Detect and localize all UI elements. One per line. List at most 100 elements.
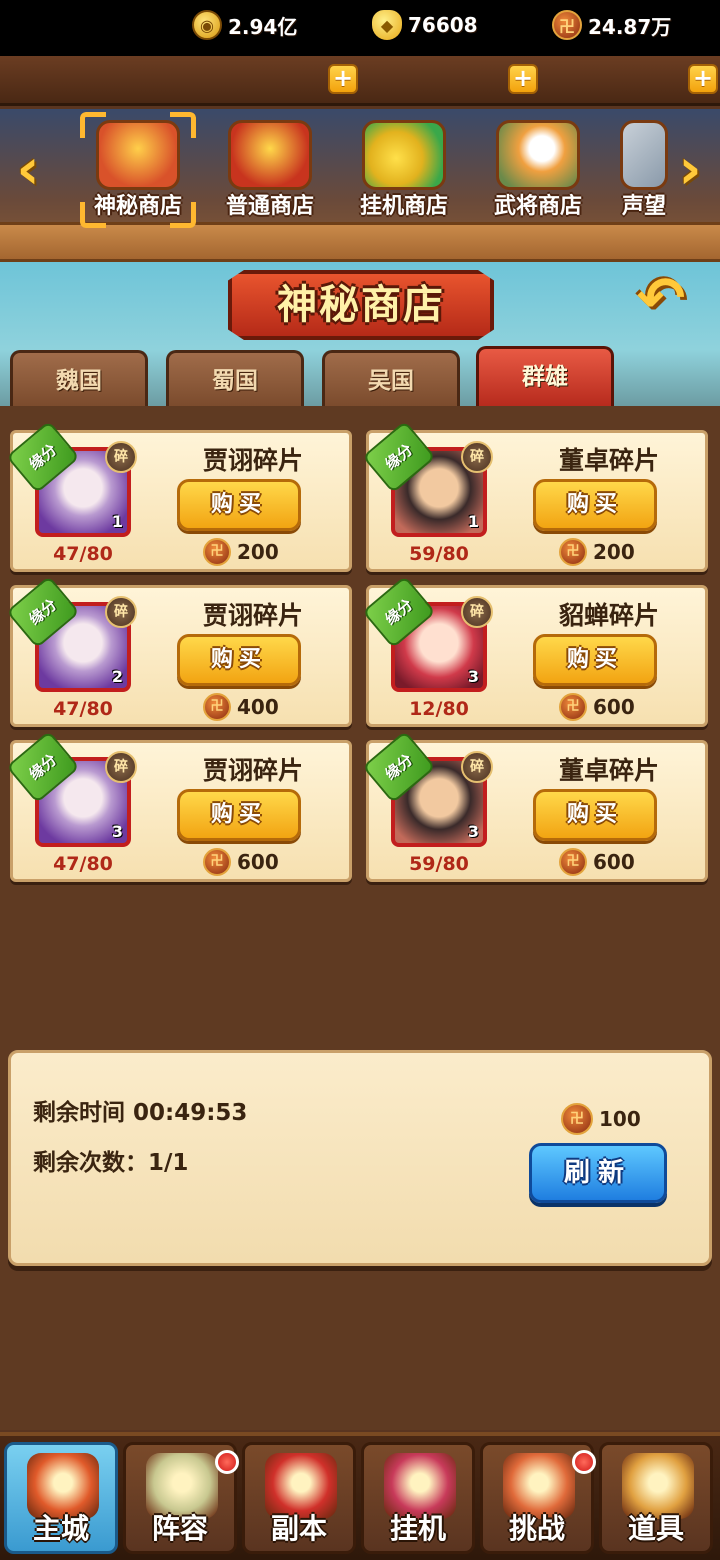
tab-label: 挂机商店	[359, 194, 448, 219]
nav-label: 道具	[627, 1512, 684, 1545]
add-ingots-button[interactable]: +	[508, 64, 538, 94]
shard-progress: 47/80	[53, 543, 113, 565]
nav-label: 阵容	[151, 1512, 208, 1545]
refresh-cost-value: 100	[599, 1107, 641, 1131]
tab-label: 普通商店	[225, 194, 314, 219]
page-title: 神秘商店	[277, 282, 445, 328]
prestige-icon	[620, 120, 668, 190]
tab-wu[interactable]: 吴国	[322, 350, 460, 408]
coin-icon: ◉	[192, 10, 222, 40]
shard-progress: 59/80	[409, 543, 469, 565]
star-level: 3	[111, 822, 123, 841]
shop-token-icon: 卍	[559, 538, 587, 566]
shop-token-icon: 卍	[561, 1103, 593, 1135]
remaining-count: 剩余次数：1/1	[33, 1150, 189, 1176]
notification-dot-icon	[215, 1450, 239, 1474]
item-price: 卍 200	[203, 537, 279, 567]
ingot-amount: 76608	[408, 13, 478, 37]
buy-button[interactable]: 购买	[177, 479, 301, 531]
ingot-balance: ◆ 76608	[372, 8, 478, 42]
star-level: 2	[111, 667, 123, 686]
item-name: 董卓碎片	[558, 446, 659, 475]
buy-button[interactable]: 购买	[533, 634, 657, 686]
shop-token-icon: 卍	[559, 848, 587, 876]
shop-token-icon: 卍	[203, 693, 231, 721]
notification-dot-icon	[572, 1450, 596, 1474]
shard-icon: 碎	[461, 441, 493, 473]
shop-token-icon: 卍	[552, 10, 582, 40]
buy-button[interactable]: 购买	[533, 789, 657, 841]
shop-item-card: 3 缘分 碎 59/80 董卓碎片 购买 卍 600	[362, 730, 708, 882]
price-value: 600	[237, 850, 279, 874]
shop-token-icon: 卍	[203, 848, 231, 876]
star-level: 3	[467, 667, 479, 686]
red-chest-icon	[228, 120, 312, 190]
tab-idle-shop[interactable]: 挂机商店	[340, 114, 468, 224]
shard-icon: 碎	[461, 596, 493, 628]
buy-button[interactable]: 购买	[533, 479, 657, 531]
shop-item-card: 1 缘分 碎 47/80 贾诩碎片 购买 卍 200	[6, 420, 352, 572]
price-value: 600	[593, 850, 635, 874]
shop-tab-plank	[0, 222, 720, 262]
item-name: 贾诩碎片	[202, 446, 303, 475]
shop-item-card: 3 缘分 碎 12/80 貂蝉碎片 购买 卍 600	[362, 575, 708, 727]
tab-general-shop[interactable]: 武将商店	[474, 114, 602, 224]
refresh-cost: 卍 100	[561, 1103, 641, 1135]
token-amount: 24.87万	[588, 14, 672, 39]
gold-coin-jade-icon	[362, 120, 446, 190]
nav-idle[interactable]: 挂机	[361, 1442, 475, 1554]
nav-label: 副本	[270, 1512, 327, 1545]
scroll-left-arrow-icon[interactable]: ‹	[6, 140, 50, 200]
item-name: 貂蝉碎片	[558, 601, 659, 630]
buy-button[interactable]: 购买	[177, 634, 301, 686]
shard-progress: 47/80	[53, 853, 113, 875]
shop-item-card: 1 缘分 碎 59/80 董卓碎片 购买 卍 200	[362, 420, 708, 572]
shop-item-card: 3 缘分 碎 47/80 贾诩碎片 购买 卍 600	[6, 730, 352, 882]
nav-dungeon[interactable]: 副本	[242, 1442, 356, 1554]
tab-prestige-shop[interactable]: 声望	[608, 114, 668, 224]
item-name: 贾诩碎片	[202, 756, 303, 785]
tab-shu[interactable]: 蜀国	[166, 350, 304, 408]
shard-icon: 碎	[105, 441, 137, 473]
price-value: 200	[237, 540, 279, 564]
coin-balance: ◉ 2.94亿	[192, 8, 297, 42]
remaining-time: 剩余时间 00:49:53	[33, 1100, 248, 1126]
star-level: 1	[467, 512, 479, 531]
tab-label: 武将商店	[493, 194, 582, 219]
shard-icon: 碎	[105, 751, 137, 783]
currency-bar	[0, 56, 720, 106]
tab-normal-shop[interactable]: 普通商店	[206, 114, 334, 224]
add-tokens-button[interactable]: +	[688, 64, 718, 94]
shard-icon: 碎	[105, 596, 137, 628]
token-balance: 卍 24.87万	[552, 8, 671, 42]
tab-qunxiong[interactable]: 群雄	[476, 346, 614, 408]
generals-icon	[496, 120, 580, 190]
item-price: 卍 200	[559, 537, 635, 567]
shard-progress: 12/80	[409, 698, 469, 720]
star-level: 3	[467, 822, 479, 841]
buy-button[interactable]: 购买	[177, 789, 301, 841]
nav-label: 挂机	[389, 1512, 446, 1545]
shop-token-icon: 卍	[203, 538, 231, 566]
nav-main-city[interactable]: 主城	[4, 1442, 118, 1554]
nav-label: 主城	[32, 1512, 89, 1545]
refresh-button[interactable]: 刷新	[529, 1143, 667, 1203]
item-price: 卍 600	[203, 847, 279, 877]
price-value: 200	[593, 540, 635, 564]
shard-icon: 碎	[461, 751, 493, 783]
selected-tab-frame	[80, 112, 196, 228]
add-coins-button[interactable]: +	[328, 64, 358, 94]
item-price: 卍 400	[203, 692, 279, 722]
refresh-panel: 剩余时间 00:49:53 剩余次数：1/1 卍 100 刷新	[8, 1050, 712, 1266]
tab-wei[interactable]: 魏国	[10, 350, 148, 408]
scroll-right-arrow-icon[interactable]: ›	[668, 140, 712, 200]
nav-label: 挑战	[508, 1512, 565, 1545]
shard-progress: 47/80	[53, 698, 113, 720]
shop-item-card: 2 缘分 碎 47/80 贾诩碎片 购买 卍 400	[6, 575, 352, 727]
tab-label: 声望	[622, 194, 667, 219]
nav-items[interactable]: 道具	[599, 1442, 713, 1554]
shop-token-icon: 卍	[559, 693, 587, 721]
back-arrow-icon[interactable]: ↶	[624, 268, 698, 330]
price-value: 600	[593, 695, 635, 719]
price-value: 400	[237, 695, 279, 719]
